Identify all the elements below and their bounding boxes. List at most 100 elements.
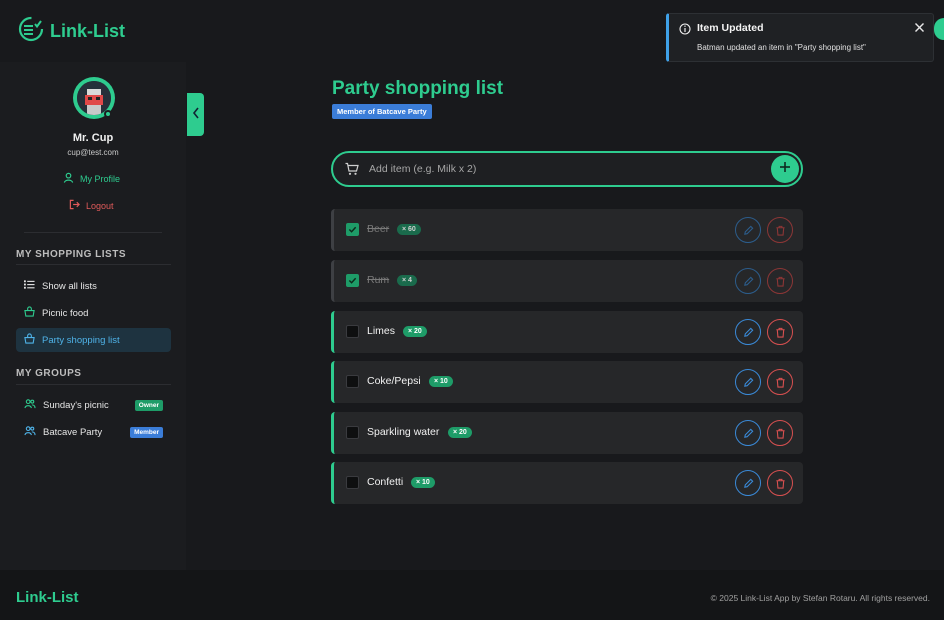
list-item: Beer × 60 [331,209,803,251]
item-quantity-badge: × 10 [411,477,435,488]
sidebar: Mr. Cup cup@test.com My Profile Logout M… [0,62,186,570]
sidebar-item-party-shopping-list[interactable]: Party shopping list [16,328,171,352]
add-item-input[interactable] [369,160,749,178]
edit-item-button[interactable] [735,470,761,496]
pencil-icon [743,478,753,488]
list-icon [24,279,35,293]
basket-icon [24,333,35,347]
toast-message: Batman updated an item in "Party shoppin… [697,43,866,52]
close-icon[interactable] [914,20,925,38]
basket-icon [24,306,35,320]
online-status-dot [104,110,112,118]
checkmark-icon [348,226,357,233]
sidebar-item-label: Show all lists [42,280,97,292]
edit-item-button[interactable] [735,217,761,243]
trash-icon [775,428,785,439]
item-quantity-badge: × 20 [403,326,427,337]
logout-icon [69,199,80,212]
chevron-left-icon [192,106,200,124]
list-item: Sparkling water × 20 [331,412,803,454]
list-item: Rum × 4 [331,260,803,302]
sidebar-group-label: Batcave Party [43,426,103,438]
list-item: Limes × 20 [331,311,803,353]
owner-badge: Owner [134,399,163,411]
delete-item-button[interactable] [767,369,793,395]
item-name: Confetti [367,476,404,488]
users-icon [24,425,36,439]
list-check-icon [18,16,44,47]
sidebar-group-batcave-party[interactable]: Batcave Party Member [16,420,171,444]
user-icon [63,172,74,185]
shopping-lists-heading: MY SHOPPING LISTS [16,249,126,260]
item-checkbox[interactable] [346,325,359,338]
my-profile-link[interactable]: My Profile [63,172,120,185]
header-action-button[interactable] [934,18,944,40]
logout-link[interactable]: Logout [69,199,114,212]
item-name: Beer [367,223,390,235]
add-item-bar [331,151,803,187]
delete-item-button[interactable] [767,268,793,294]
item-name: Rum [367,274,390,286]
sidebar-item-show-all-lists[interactable]: Show all lists [16,274,171,298]
item-quantity-badge: × 10 [429,376,453,387]
user-email: cup@test.com [67,148,119,157]
membership-tag: Member of Batcave Party [332,104,432,119]
item-checkbox[interactable] [346,426,359,439]
trash-icon [775,327,785,338]
trash-icon [775,225,785,236]
item-checkbox[interactable] [346,223,359,236]
member-badge: Member [130,426,163,438]
cart-icon [345,162,359,181]
trash-icon [775,377,785,388]
footer-copyright: © 2025 Link-List App by Stefan Rotaru. A… [710,593,930,603]
pencil-icon [743,327,753,337]
item-name: Sparkling water [367,426,440,438]
item-quantity-badge: × 4 [397,275,417,286]
pencil-icon [743,225,753,235]
item-checkbox[interactable] [346,274,359,287]
pencil-icon [743,428,753,438]
trash-icon [775,276,785,287]
checkmark-icon [348,277,357,284]
sidebar-item-picnic-food[interactable]: Picnic food [16,301,171,325]
trash-icon [775,478,785,489]
item-name: Coke/Pepsi [367,375,421,387]
app-footer: Link-List © 2025 Link-List App by Stefan… [0,570,944,620]
sidebar-group-label: Sunday's picnic [43,399,109,411]
item-checkbox[interactable] [346,375,359,388]
sidebar-item-label: Picnic food [42,307,89,319]
edit-item-button[interactable] [735,268,761,294]
users-icon [24,398,36,412]
add-item-button[interactable] [771,155,799,183]
delete-item-button[interactable] [767,217,793,243]
edit-item-button[interactable] [735,420,761,446]
delete-item-button[interactable] [767,420,793,446]
logo-text: Link-List [50,21,125,41]
notification-toast: Item Updated Batman updated an item in "… [666,13,934,62]
edit-item-button[interactable] [735,369,761,395]
sidebar-group-sundays-picnic[interactable]: Sunday's picnic Owner [16,393,171,417]
my-profile-label: My Profile [80,173,121,184]
logout-label: Logout [86,200,114,211]
sidebar-collapse-button[interactable] [187,93,204,136]
page-title: Party shopping list [332,78,504,99]
pencil-icon [743,276,753,286]
info-icon [679,22,691,40]
list-item: Confetti × 10 [331,462,803,504]
section-divider [16,264,171,265]
delete-item-button[interactable] [767,470,793,496]
item-name: Limes [367,325,396,337]
groups-heading: MY GROUPS [16,368,82,379]
edit-item-button[interactable] [735,319,761,345]
list-item: Coke/Pepsi × 10 [331,361,803,403]
sidebar-item-label: Party shopping list [42,334,120,346]
toast-title: Item Updated [697,22,764,34]
app-logo[interactable]: Link-List [18,16,125,47]
item-quantity-badge: × 60 [397,224,421,235]
plus-icon [779,160,791,178]
item-quantity-badge: × 20 [448,427,472,438]
footer-logo[interactable]: Link-List [16,589,79,606]
item-checkbox[interactable] [346,476,359,489]
sidebar-divider [24,232,162,233]
delete-item-button[interactable] [767,319,793,345]
